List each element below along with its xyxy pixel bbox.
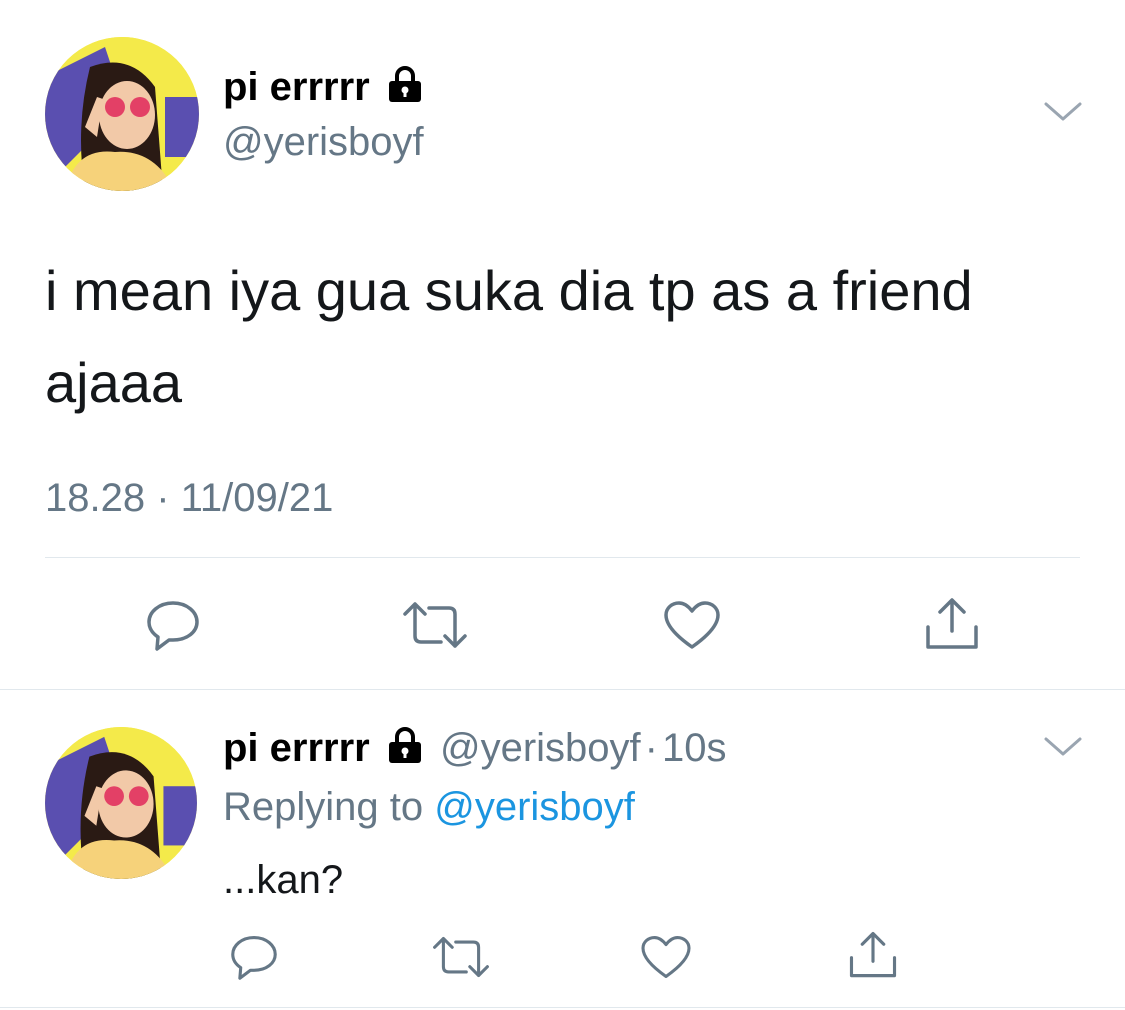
reply-text: ...kan? xyxy=(223,858,344,902)
display-name[interactable]: pi errrrr xyxy=(223,63,423,114)
tweet-text-line-2: ajaaa xyxy=(45,351,183,414)
handle[interactable]: @yerisboyf xyxy=(440,726,641,770)
avatar[interactable] xyxy=(45,727,197,879)
replying-to: Replying to @yerisboyf xyxy=(223,783,635,831)
like-button[interactable] xyxy=(660,597,724,653)
tweet-text-line-1: i mean iya gua suka dia tp as a friend xyxy=(45,259,973,322)
share-icon xyxy=(926,598,978,649)
share-button[interactable] xyxy=(922,594,982,654)
retweet-icon xyxy=(403,602,467,648)
replying-prefix: Replying to xyxy=(223,785,424,829)
lock-icon xyxy=(387,726,423,775)
reply-header: pi errrrr @yerisboyf · 10s xyxy=(223,724,727,775)
avatar-photo xyxy=(45,37,199,191)
replying-handle-link[interactable]: @yerisboyf xyxy=(434,785,635,829)
separator-dot: · xyxy=(644,726,658,770)
reply-icon xyxy=(231,935,277,980)
reply-icon xyxy=(147,601,199,651)
tweet-separator xyxy=(0,689,1125,690)
timestamp[interactable]: 18.28 · 11/09/21 xyxy=(45,474,333,522)
display-name-text: pi errrrr xyxy=(223,65,370,109)
lock-icon xyxy=(387,65,423,114)
handle[interactable]: @yerisboyf xyxy=(223,118,424,166)
reply-button[interactable] xyxy=(228,932,280,982)
reply-button[interactable] xyxy=(143,597,203,653)
retweet-button[interactable] xyxy=(400,597,470,653)
avatar-photo xyxy=(45,727,197,879)
chevron-down-icon[interactable] xyxy=(1043,735,1083,759)
share-icon xyxy=(849,931,897,978)
heart-icon xyxy=(664,601,720,649)
avatar[interactable] xyxy=(45,37,199,191)
tweet-text: i mean iya gua suka dia tp as a friend a… xyxy=(45,245,1085,429)
heart-icon xyxy=(641,935,691,979)
retweet-icon xyxy=(433,936,489,978)
bottom-divider xyxy=(0,1007,1125,1008)
chevron-down-icon[interactable] xyxy=(1043,100,1083,124)
retweet-button[interactable] xyxy=(430,932,492,982)
divider xyxy=(45,557,1080,558)
relative-time[interactable]: 10s xyxy=(662,726,727,770)
share-button[interactable] xyxy=(846,928,900,982)
display-name[interactable]: pi errrrr xyxy=(223,726,370,770)
like-button[interactable] xyxy=(638,932,694,982)
